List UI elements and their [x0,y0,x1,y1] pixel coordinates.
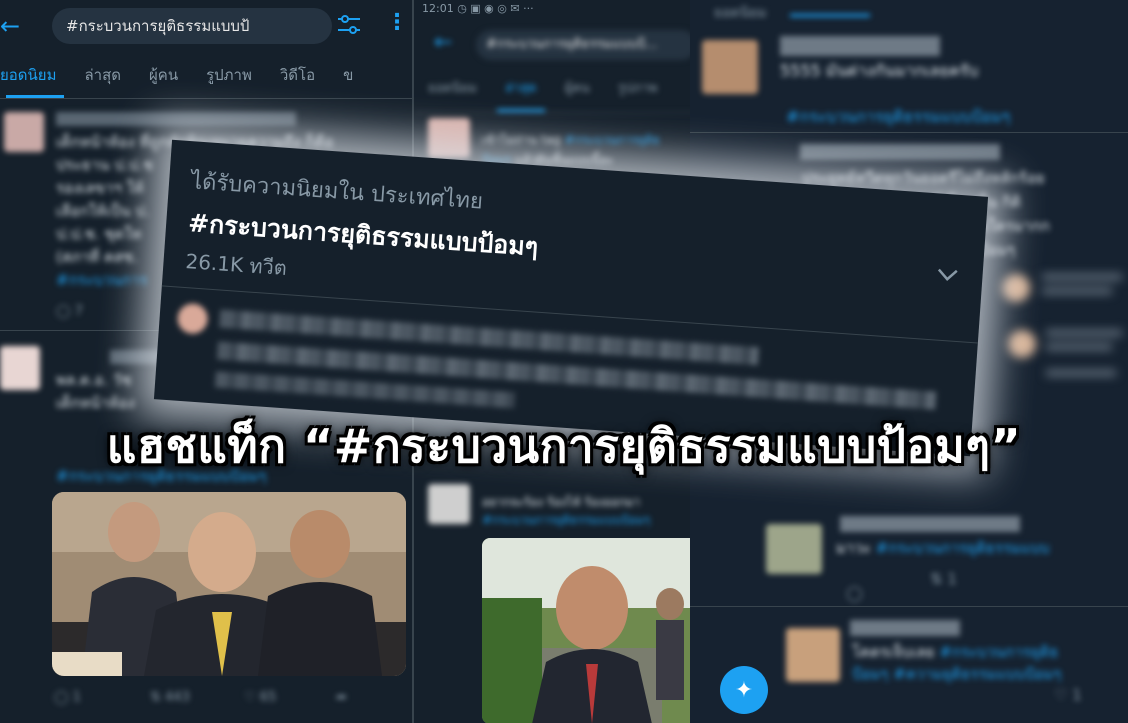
like-icon[interactable]: ♡ 65 [244,690,276,705]
redacted-text [1042,274,1122,280]
redacted-username [840,516,1020,532]
headline-caption: แฮชแท็ก “#กระบวนการยุติธรรมแบบป้อมๆ” [106,418,1022,474]
status-bar: 12:01 ◷ ▣ ◉ ◎ ✉ ··· [422,2,534,15]
tweet-text: โคตรเจ็บเลย #กระบวนการยุติธ [852,643,1059,661]
divider [690,606,1128,607]
tweet-line: ประธาน ป.ป.ช [56,156,153,174]
hashtag-link[interactable]: #กระบวนการ [56,270,148,291]
tweet-text: เข้าไม่ถ่าน tag #กระบวนการยุติธ [482,133,660,147]
avatar [4,112,44,152]
hashtag-link[interactable]: #กระบวนการยุติธรรมแบบป้อมๆ [482,510,650,531]
tab-latest[interactable]: ล่าสุด [491,66,551,112]
like-icon[interactable]: ♡ 1 [1054,686,1082,704]
back-arrow-icon[interactable]: ← [434,30,452,55]
trend-tweet-count: 26.1K ทวีต [184,249,288,281]
tweet-photo-general[interactable] [482,538,696,723]
filter-sliders-icon[interactable] [336,14,362,36]
tab-more[interactable]: ข [329,52,367,98]
tab-photos[interactable]: รูปภาพ [604,66,672,112]
tweet-line: ป.ป.ช. ชุดให [56,225,142,243]
reply-icon[interactable]: ◯ [846,584,863,602]
tweet-line: พล.ต.อ. วัช [56,371,132,389]
back-arrow-icon[interactable]: ← [0,12,20,40]
search-tabs: ยอดนิยม ล่าสุด ผู้คน รูปภาพ [414,66,696,113]
avatar [0,346,40,390]
search-input-value: #กระบวนการยุติธรรมแบบป้... [486,37,658,52]
redacted-username [56,112,296,126]
tweet-photo-officials[interactable] [52,492,406,676]
reply-count: 7 [74,304,83,319]
share-icon[interactable]: ➦ [336,690,347,705]
redacted-username [850,620,960,636]
like-count: 65 [259,690,277,705]
search-input-value: #กระบวนการยุติธรรมแบบป้ [66,17,250,35]
chevron-down-icon[interactable] [936,267,959,283]
tweet-text: 5555 มันต่างกันมากเลยครับ [780,61,979,80]
tab-people[interactable]: ผู้คน [551,66,604,112]
search-input[interactable]: #กระบวนการยุติธรรมแบบป้ [52,8,332,44]
retweet-count: 1 [947,570,957,588]
tab-latest[interactable]: ล่าสุด [70,52,135,98]
search-input[interactable]: #กระบวนการยุติธรรมแบบป้... [476,30,696,60]
tweet-line: (สภาที่ คสช. [56,248,139,266]
avatar [786,628,840,682]
tab-top[interactable]: ยอดนิยม [0,52,70,98]
avatar [702,40,758,94]
tweet-line: รองเลขาฯ ให้ [56,179,144,197]
active-tab-underline [790,14,870,17]
tweet-line: เลือกให้เป็น ป. [56,202,150,220]
hashtag-link[interactable]: #กระบวนการยุติธรรมแบบป้อมๆ [786,106,1010,127]
tweet-text: ป้อมๆ #ความยุติธรรมแบบป้อมๆ [852,665,1062,683]
tweet-text: มาวะ #กระบวนการยุติธรรมแบบ [836,539,1050,557]
retweet-count: 443 [165,690,190,705]
tab-people[interactable]: ผู้คน [135,52,192,98]
avatar [1008,330,1036,358]
tab-videos[interactable]: วิดีโอ [266,52,329,98]
search-tabs: ยอดนิยม ล่าสุด ผู้คน รูปภาพ วิดีโอ ข [0,52,412,99]
redacted-text [1046,370,1116,376]
avatar [428,118,470,158]
redacted-text [1046,344,1112,350]
avatar [1002,274,1030,302]
reply-count: 1 [72,690,81,705]
redacted-username [780,36,940,56]
reply-icon[interactable]: ◯ 7 [56,304,83,319]
redacted-text [1042,288,1112,294]
tab-photos[interactable]: รูปภาพ [192,52,266,98]
tab-top[interactable]: ยอดนิยม [700,0,781,36]
more-vertical-icon[interactable]: ⋮ [386,10,408,35]
retweet-icon[interactable]: ⇅ 443 [150,690,190,705]
divider [690,132,1128,133]
retweet-icon[interactable]: ⇅ 1 [930,570,957,588]
feather-pen-icon: ✦ [734,677,754,703]
compose-tweet-button[interactable]: ✦ [720,666,768,714]
left-search-bar: ← #กระบวนการยุติธรรมแบบป้ ⋮ [0,0,412,52]
reply-icon[interactable]: ◯ 1 [54,690,81,705]
avatar [766,524,822,574]
tab-top[interactable]: ยอดนิยม [414,66,491,112]
avatar [176,302,209,335]
redacted-username [800,144,1000,160]
avatar [428,484,470,524]
like-count: 1 [1072,686,1082,704]
redacted-text [1046,330,1122,336]
